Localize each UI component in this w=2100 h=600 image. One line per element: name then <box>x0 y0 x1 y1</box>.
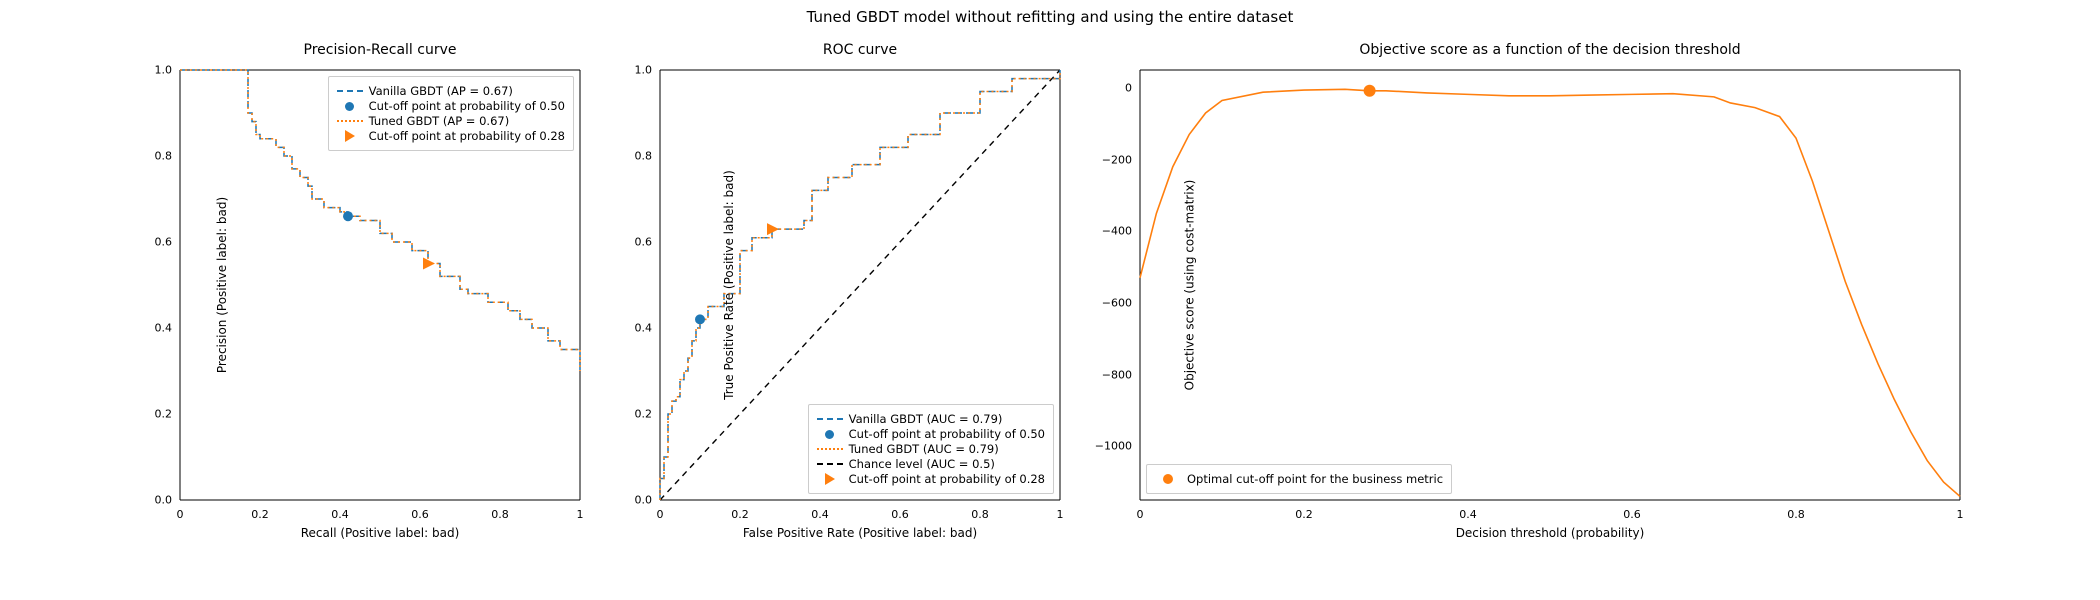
x-tick-label: 0.2 <box>1295 500 1313 521</box>
x-tick-label: 0.4 <box>811 500 829 521</box>
x-tick-label: 0.8 <box>1787 500 1805 521</box>
chart-title: Precision-Recall curve <box>180 42 580 58</box>
y-tick-label: 0.4 <box>635 322 661 335</box>
x-axis-label: False Positive Rate (Positive label: bad… <box>660 526 1060 540</box>
legend: Vanilla GBDT (AUC = 0.79) Cut-off point … <box>808 404 1054 494</box>
objective-score-subplot: Objective score as a function of the dec… <box>1140 70 1960 500</box>
x-tick-label: 0.8 <box>491 500 509 521</box>
legend-item: Vanilla GBDT (AP = 0.67) <box>369 84 513 98</box>
y-tick-label: −400 <box>1102 225 1140 238</box>
y-tick-label: 0.8 <box>155 150 181 163</box>
legend-item: Cut-off point at probability of 0.28 <box>369 129 565 143</box>
y-tick-label: 0.2 <box>635 408 661 421</box>
x-tick-label: 1 <box>1957 500 1964 521</box>
legend-item: Vanilla GBDT (AUC = 0.79) <box>849 412 1003 426</box>
y-tick-label: 0.6 <box>155 236 181 249</box>
y-tick-label: 0.2 <box>155 408 181 421</box>
y-tick-label: 0.4 <box>155 322 181 335</box>
y-tick-label: 0 <box>1125 81 1140 94</box>
x-tick-label: 0.2 <box>731 500 749 521</box>
x-tick-label: 0.6 <box>411 500 429 521</box>
y-axis-label: Objective score (using cost-matrix) <box>1182 180 1196 391</box>
y-axis-label: True Positive Rate (Positive label: bad) <box>722 170 736 400</box>
y-tick-label: 1.0 <box>155 64 181 77</box>
y-tick-label: 0.6 <box>635 236 661 249</box>
x-tick-label: 0.6 <box>891 500 909 521</box>
legend-item: Tuned GBDT (AP = 0.67) <box>369 114 510 128</box>
x-tick-label: 0.4 <box>331 500 349 521</box>
y-tick-label: −1000 <box>1095 440 1140 453</box>
figure-suptitle: Tuned GBDT model without refitting and u… <box>0 8 2100 26</box>
x-tick-label: 0.2 <box>251 500 269 521</box>
x-tick-label: 0.8 <box>971 500 989 521</box>
y-tick-label: −200 <box>1102 153 1140 166</box>
pr-curve-subplot: Precision-Recall curve Recall (Positive … <box>180 70 580 500</box>
y-tick-label: 0.0 <box>635 494 661 507</box>
legend-item: Cut-off point at probability of 0.28 <box>849 472 1045 486</box>
axes <box>1140 70 1960 500</box>
roc-curve-subplot: ROC curve False Positive Rate (Positive … <box>660 70 1060 500</box>
y-tick-label: 0.0 <box>155 494 181 507</box>
y-tick-label: −800 <box>1102 368 1140 381</box>
figure: Tuned GBDT model without refitting and u… <box>0 0 2100 600</box>
x-axis-label: Recall (Positive label: bad) <box>180 526 580 540</box>
legend: Vanilla GBDT (AP = 0.67) Cut-off point a… <box>328 76 574 151</box>
x-axis-label: Decision threshold (probability) <box>1140 526 1960 540</box>
legend-item: Cut-off point at probability of 0.50 <box>849 427 1045 441</box>
y-axis-label: Precision (Positive label: bad) <box>215 197 229 373</box>
x-tick-label: 0.4 <box>1459 500 1477 521</box>
legend-item: Chance level (AUC = 0.5) <box>849 457 995 471</box>
y-tick-label: 0.8 <box>635 150 661 163</box>
legend-item: Cut-off point at probability of 0.50 <box>369 99 565 113</box>
x-tick-label: 0 <box>1137 500 1144 521</box>
chart-title: ROC curve <box>660 42 1060 58</box>
chart-title: Objective score as a function of the dec… <box>1140 42 1960 58</box>
legend-item: Tuned GBDT (AUC = 0.79) <box>849 442 999 456</box>
y-tick-label: 1.0 <box>635 64 661 77</box>
x-tick-label: 1 <box>577 500 584 521</box>
legend: Optimal cut-off point for the business m… <box>1146 464 1452 494</box>
legend-item: Optimal cut-off point for the business m… <box>1187 472 1443 486</box>
x-tick-label: 0.6 <box>1623 500 1641 521</box>
y-tick-label: −600 <box>1102 296 1140 309</box>
x-tick-label: 1 <box>1057 500 1064 521</box>
